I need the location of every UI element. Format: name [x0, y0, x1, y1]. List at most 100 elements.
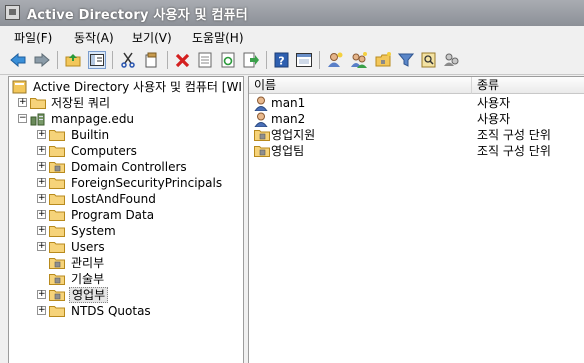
tree-label: 영업부	[69, 287, 109, 303]
new-group-icon[interactable]	[350, 51, 368, 69]
folder-icon	[49, 240, 65, 253]
collapse-toggle[interactable]: −	[18, 114, 27, 123]
item-type: 조직 구성 단위	[477, 144, 551, 158]
ad-console-icon	[12, 80, 28, 94]
tree-item[interactable]: + ForeignSecurityPrincipals	[9, 175, 243, 191]
list-pane[interactable]: 이름 종류 man1 사용자 man2 사용자 영업지원 조직 구성 단위 영업팀 조직 구성…	[248, 76, 584, 363]
folder-icon	[30, 96, 46, 109]
tree-label: Users	[71, 240, 105, 254]
tree-item[interactable]: 관리부	[9, 255, 243, 271]
tree-item[interactable]: 기술부	[9, 271, 243, 287]
help-icon[interactable]: ?	[272, 51, 290, 69]
tree-label: System	[71, 224, 116, 238]
tree-root[interactable]: Active Directory 사용자 및 컴퓨터 [WI	[9, 79, 243, 95]
menu-bar: 파일(F) 동작(A) 보기(V) 도움말(H)	[0, 26, 584, 46]
item-name: man2	[271, 112, 306, 126]
copy-icon[interactable]	[143, 51, 161, 69]
export-list-icon[interactable]	[242, 51, 260, 69]
column-header-type[interactable]: 종류	[472, 77, 584, 94]
column-header-name[interactable]: 이름	[249, 77, 472, 94]
tree-item[interactable]: + Users	[9, 239, 243, 255]
ou-folder-icon	[49, 288, 65, 301]
ou-folder-icon	[49, 272, 65, 285]
folder-icon	[49, 176, 65, 189]
tree-root-label: Active Directory 사용자 및 컴퓨터 [WI	[33, 80, 242, 94]
svg-text:?: ?	[278, 55, 284, 68]
new-user-icon[interactable]	[326, 51, 344, 69]
tree-label: 저장된 쿼리	[51, 96, 111, 110]
tree-item[interactable]: + Computers	[9, 143, 243, 159]
find-icon[interactable]	[420, 51, 438, 69]
expand-toggle[interactable]: +	[37, 210, 46, 219]
expand-toggle[interactable]: +	[37, 162, 46, 171]
folder-icon	[49, 224, 65, 237]
tree-item-domain[interactable]: − manpage.edu	[9, 111, 243, 127]
folder-icon	[49, 144, 65, 157]
window-title: Active Directory 사용자 및 컴퓨터	[27, 8, 248, 23]
item-type: 사용자	[477, 96, 511, 110]
tree-item[interactable]: + NTDS Quotas	[9, 303, 243, 319]
folder-icon	[49, 192, 65, 205]
folder-icon	[49, 128, 65, 141]
tree-item-saved-queries[interactable]: + 저장된 쿼리	[9, 95, 243, 111]
tree-item[interactable]: + 영업부	[9, 287, 243, 303]
up-folder-icon[interactable]	[64, 51, 82, 69]
list-item[interactable]: man1 사용자	[249, 95, 584, 111]
expand-toggle[interactable]: +	[18, 98, 27, 107]
expand-toggle[interactable]: +	[37, 178, 46, 187]
tree-label: Program Data	[71, 208, 155, 222]
tree-label: Builtin	[71, 128, 110, 142]
tree-label: NTDS Quotas	[71, 304, 151, 318]
tree-item[interactable]: + System	[9, 223, 243, 239]
list-item[interactable]: man2 사용자	[249, 111, 584, 127]
ou-folder-icon	[49, 256, 65, 269]
tree-label: manpage.edu	[51, 112, 135, 126]
expand-toggle[interactable]: +	[37, 130, 46, 139]
properties-icon[interactable]	[196, 51, 214, 69]
delete-icon[interactable]	[173, 51, 191, 69]
tree-item[interactable]: + LostAndFound	[9, 191, 243, 207]
ou-folder-icon	[49, 160, 65, 173]
tree-label: LostAndFound	[71, 192, 156, 206]
show-hide-tree-icon[interactable]	[88, 51, 106, 69]
menu-help[interactable]: 도움말(H)	[192, 29, 244, 46]
item-type: 조직 구성 단위	[477, 128, 551, 142]
console-view-icon[interactable]	[295, 51, 313, 69]
item-type: 사용자	[477, 112, 511, 126]
tree-label: 관리부	[71, 256, 105, 270]
tree-item[interactable]: + Domain Controllers	[9, 159, 243, 175]
user-icon	[254, 112, 270, 127]
new-ou-icon[interactable]	[374, 51, 392, 69]
tree-label: 기술부	[71, 272, 105, 286]
cut-icon[interactable]	[119, 51, 137, 69]
expand-toggle[interactable]: +	[37, 226, 46, 235]
title-bar[interactable]: Active Directory 사용자 및 컴퓨터	[0, 0, 584, 27]
tree-item[interactable]: + Program Data	[9, 207, 243, 223]
expand-toggle[interactable]: +	[37, 146, 46, 155]
refresh-icon[interactable]	[219, 51, 237, 69]
item-name: 영업팀	[271, 144, 305, 158]
tree-item[interactable]: + Builtin	[9, 127, 243, 143]
forward-arrow-icon[interactable]	[33, 51, 51, 69]
menu-action[interactable]: 동작(A)	[74, 29, 114, 46]
expand-toggle[interactable]: +	[37, 194, 46, 203]
tree-label: Domain Controllers	[71, 160, 187, 174]
back-arrow-icon[interactable]	[9, 51, 27, 69]
list-item[interactable]: 영업팀 조직 구성 단위	[249, 143, 584, 159]
toolbar: ?	[0, 46, 584, 75]
item-name: 영업지원	[271, 128, 316, 142]
menu-view[interactable]: 보기(V)	[132, 29, 172, 46]
users-group-icon[interactable]	[443, 51, 461, 69]
expand-toggle[interactable]: +	[37, 290, 46, 299]
app-icon	[5, 5, 20, 20]
tree-pane[interactable]: Active Directory 사용자 및 컴퓨터 [WI + 저장된 쿼리 …	[8, 76, 244, 363]
list-item[interactable]: 영업지원 조직 구성 단위	[249, 127, 584, 143]
filter-icon[interactable]	[397, 51, 415, 69]
folder-icon	[49, 304, 65, 317]
expand-toggle[interactable]: +	[37, 242, 46, 251]
menu-file[interactable]: 파일(F)	[14, 29, 52, 46]
item-name: man1	[271, 96, 306, 110]
tree-label: ForeignSecurityPrincipals	[71, 176, 223, 190]
expand-toggle[interactable]: +	[37, 306, 46, 315]
folder-icon	[49, 208, 65, 221]
